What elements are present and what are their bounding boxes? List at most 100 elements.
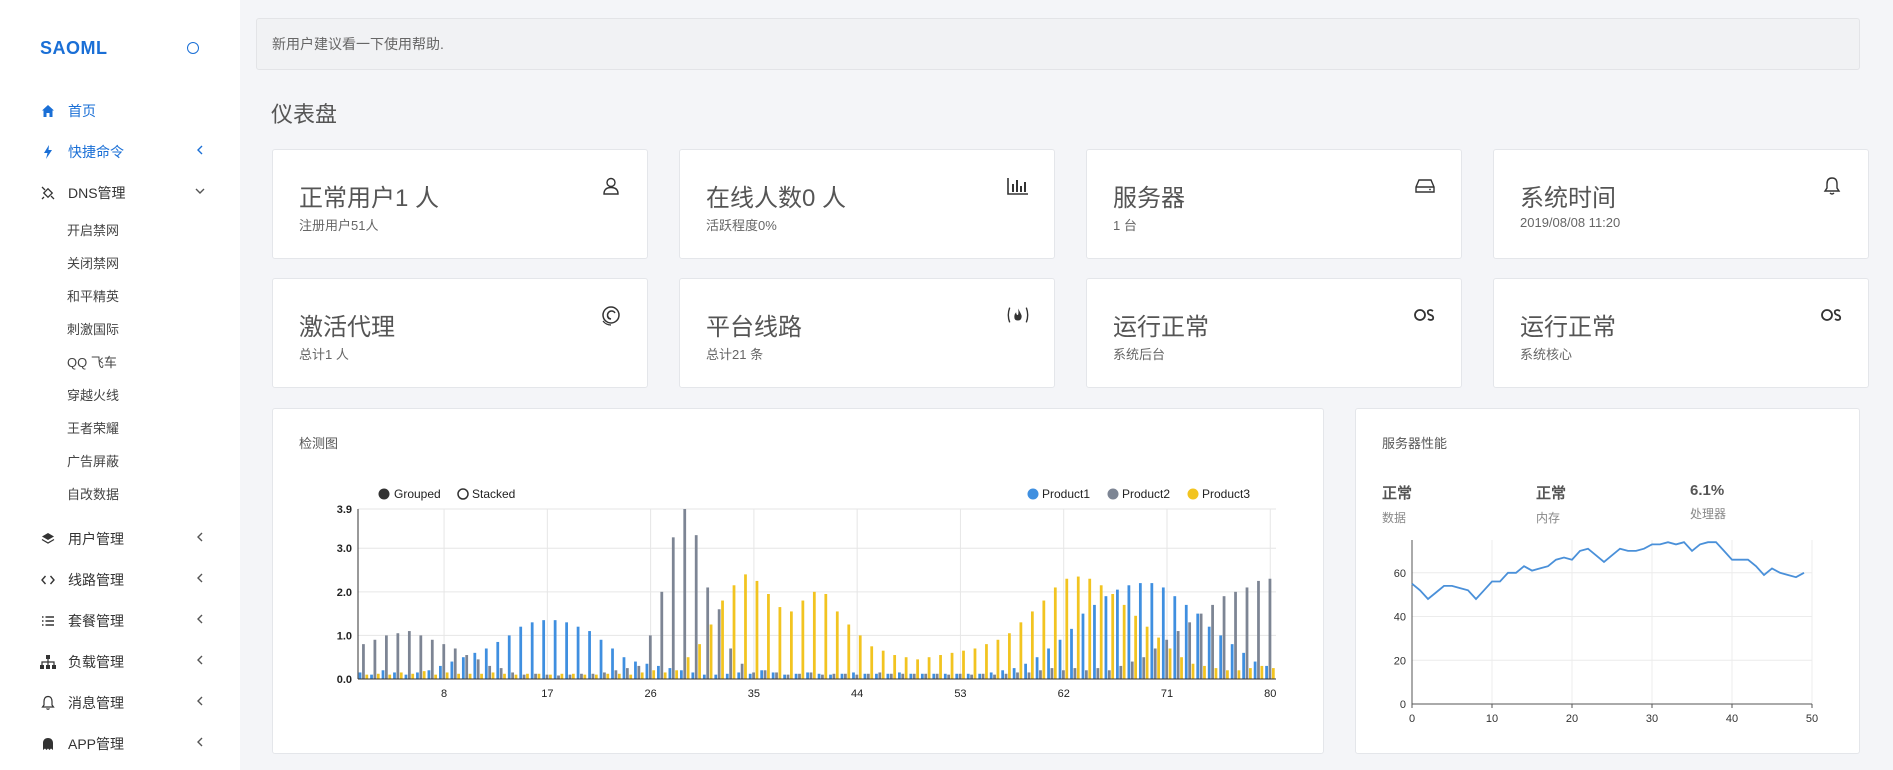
- bar-product2[interactable]: [1107, 670, 1111, 679]
- bar-product2[interactable]: [453, 648, 457, 679]
- bar-product2[interactable]: [465, 655, 469, 679]
- bar-product3[interactable]: [1134, 615, 1138, 679]
- bar-product3[interactable]: [1088, 578, 1092, 679]
- bar-product2[interactable]: [683, 509, 687, 679]
- sidebar-item-app[interactable]: APP管理: [0, 723, 240, 764]
- bar-product3[interactable]: [560, 673, 564, 679]
- bar-product2[interactable]: [419, 635, 423, 679]
- bar-product2[interactable]: [430, 639, 434, 679]
- bar-product2[interactable]: [970, 674, 973, 679]
- bar-product3[interactable]: [790, 611, 793, 679]
- bar-product3[interactable]: [365, 674, 369, 679]
- bar-product1[interactable]: [1242, 652, 1246, 679]
- bar-product2[interactable]: [832, 673, 836, 679]
- bar-product1[interactable]: [1116, 589, 1119, 679]
- bar-product1[interactable]: [668, 668, 672, 679]
- bar-product2[interactable]: [1199, 613, 1203, 679]
- bar-product3[interactable]: [663, 672, 667, 679]
- bar-product2[interactable]: [717, 609, 721, 679]
- bar-product3[interactable]: [1249, 668, 1252, 679]
- bar-product2[interactable]: [362, 644, 365, 679]
- bar-product1[interactable]: [622, 657, 626, 679]
- bar-product2[interactable]: [740, 663, 744, 679]
- bar-product1[interactable]: [576, 626, 580, 679]
- bar-product3[interactable]: [411, 673, 415, 679]
- bar-product1[interactable]: [806, 672, 809, 679]
- bar-product3[interactable]: [893, 655, 897, 679]
- bar-product2[interactable]: [958, 673, 962, 679]
- bar-product1[interactable]: [1161, 587, 1165, 679]
- bar-product2[interactable]: [798, 673, 801, 679]
- bar-product3[interactable]: [858, 635, 862, 679]
- bar-product2[interactable]: [614, 670, 618, 679]
- bar-product3[interactable]: [399, 672, 403, 679]
- bar-product2[interactable]: [591, 673, 595, 679]
- bar-product1[interactable]: [530, 622, 534, 679]
- bar-product3[interactable]: [1053, 587, 1057, 679]
- bar-product2[interactable]: [706, 587, 710, 679]
- sidebar-item-load[interactable]: 负载管理: [0, 641, 240, 682]
- bar-product1[interactable]: [657, 665, 660, 679]
- bar-product3[interactable]: [1271, 668, 1275, 679]
- bar-product1[interactable]: [863, 673, 867, 679]
- bar-product1[interactable]: [691, 672, 695, 679]
- bar-product1[interactable]: [484, 648, 488, 679]
- bar-product2[interactable]: [1153, 648, 1157, 679]
- bar-product3[interactable]: [537, 673, 541, 679]
- bar-product3[interactable]: [434, 674, 438, 679]
- sidebar-item-lines[interactable]: 线路管理: [0, 559, 240, 600]
- bar-product1[interactable]: [1253, 661, 1257, 679]
- bar-product1[interactable]: [588, 631, 591, 679]
- dns-sub-item[interactable]: 自改数据: [0, 477, 240, 510]
- bar-product1[interactable]: [1024, 663, 1027, 679]
- bar-product2[interactable]: [1027, 672, 1031, 679]
- sidebar-item-home[interactable]: 首页: [0, 90, 240, 131]
- bar-product3[interactable]: [457, 673, 460, 679]
- bar-product2[interactable]: [924, 673, 928, 679]
- bar-product1[interactable]: [645, 663, 649, 679]
- bar-product1[interactable]: [1047, 648, 1050, 679]
- bar-product2[interactable]: [1039, 670, 1042, 679]
- bar-product1[interactable]: [978, 673, 982, 679]
- bar-product2[interactable]: [1234, 591, 1237, 679]
- bar-product3[interactable]: [824, 594, 828, 679]
- bar-product1[interactable]: [427, 670, 431, 679]
- bar-product1[interactable]: [519, 626, 523, 679]
- dns-sub-item[interactable]: 穿越火线: [0, 378, 240, 411]
- bar-product3[interactable]: [755, 580, 759, 679]
- bar-product2[interactable]: [671, 537, 675, 679]
- bar-product1[interactable]: [1150, 583, 1154, 679]
- bar-product3[interactable]: [870, 646, 874, 679]
- bar-product1[interactable]: [794, 673, 798, 679]
- bar-product2[interactable]: [488, 665, 492, 679]
- bar-product3[interactable]: [549, 674, 552, 679]
- bar-product1[interactable]: [898, 672, 901, 679]
- legend-label[interactable]: Product2: [1122, 487, 1170, 501]
- bar-product2[interactable]: [511, 672, 514, 679]
- bar-product1[interactable]: [771, 672, 775, 679]
- bar-product2[interactable]: [1245, 587, 1249, 679]
- bar-product2[interactable]: [935, 673, 939, 679]
- bar-product1[interactable]: [461, 657, 465, 679]
- bar-product3[interactable]: [1168, 648, 1172, 679]
- bar-product2[interactable]: [1073, 668, 1077, 679]
- bar-product3[interactable]: [962, 650, 965, 679]
- bar-product3[interactable]: [1157, 637, 1160, 679]
- sidebar-item-dns[interactable]: DNS管理: [0, 172, 240, 213]
- bar-product3[interactable]: [904, 657, 908, 679]
- bar-product3[interactable]: [1122, 604, 1126, 679]
- bar-product3[interactable]: [1145, 626, 1149, 679]
- bar-product1[interactable]: [1081, 613, 1085, 679]
- bar-product1[interactable]: [737, 672, 741, 679]
- bar-product2[interactable]: [373, 639, 377, 679]
- bar-product2[interactable]: [603, 672, 606, 679]
- bar-product2[interactable]: [1165, 639, 1169, 679]
- bar-product3[interactable]: [1076, 576, 1080, 679]
- bar-product1[interactable]: [393, 672, 396, 679]
- bar-product2[interactable]: [1016, 672, 1019, 679]
- bar-product1[interactable]: [1127, 585, 1131, 679]
- bar-product3[interactable]: [468, 673, 472, 679]
- bar-product3[interactable]: [950, 652, 954, 679]
- bar-product3[interactable]: [376, 673, 380, 679]
- bar-product3[interactable]: [1226, 670, 1229, 679]
